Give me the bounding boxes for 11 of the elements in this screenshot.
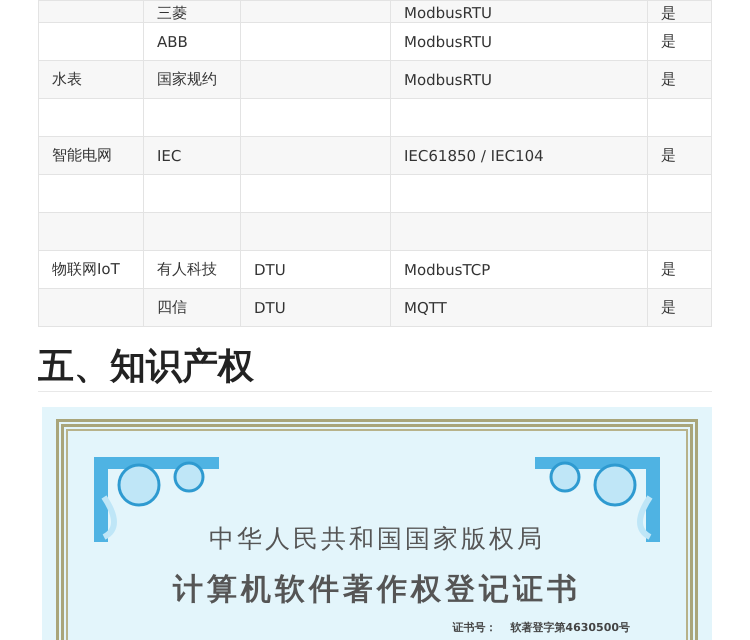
table-cell: 三菱 <box>144 0 240 22</box>
table-cell: ModbusRTU <box>390 0 648 22</box>
certificate-number: 软著登字第4630500号 <box>510 620 630 635</box>
certificate-title: 计算机软件著作权登记证书 <box>172 571 582 609</box>
table-cell: MQTT <box>390 288 648 326</box>
table-cell: DTU <box>240 288 390 326</box>
section-heading: 五、知识产权 <box>38 345 712 392</box>
certificate-number-label: 证书号： <box>452 620 496 635</box>
table-cell: 四信 <box>144 288 240 326</box>
table-cell: 是 <box>648 288 712 326</box>
certificate-issuer: 中华人民共和国国家版权局 <box>208 523 546 555</box>
